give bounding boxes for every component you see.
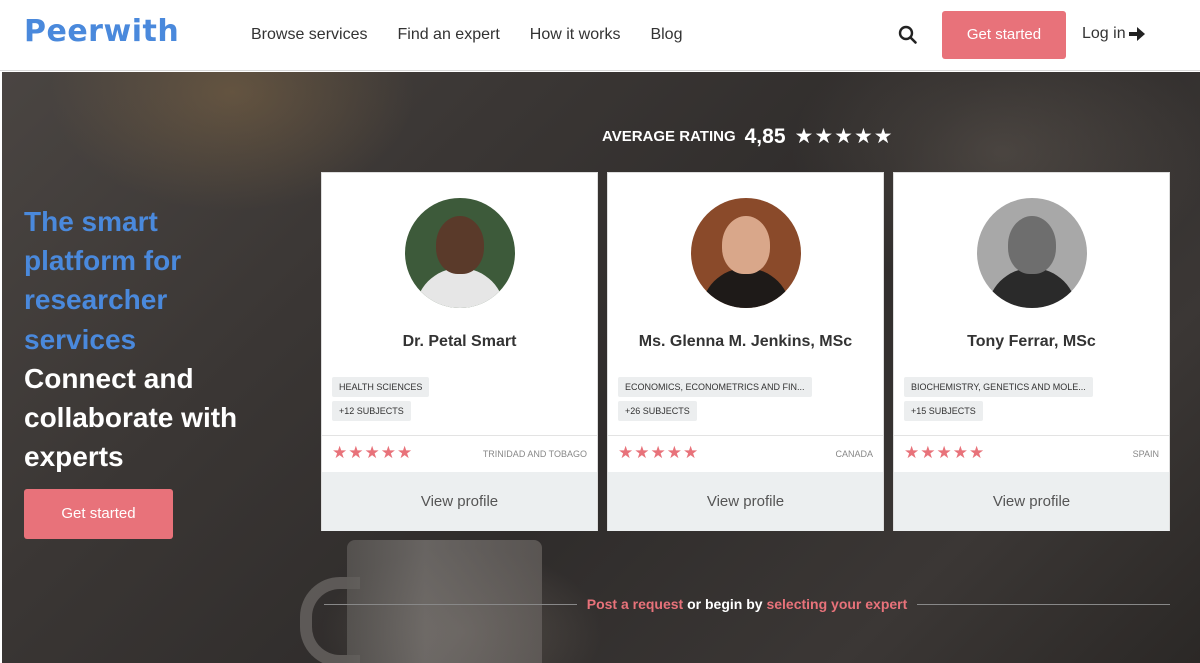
avatar[interactable]: [977, 198, 1087, 308]
star-rating-icon: ★★★★★: [332, 443, 414, 462]
divider-line: [324, 603, 577, 605]
headline-line: researcher: [24, 284, 168, 316]
divider-line: [917, 603, 1171, 605]
main-nav: Browse services Find an expert How it wo…: [251, 24, 682, 46]
request-prompt-text: Post a request or begin by selecting you…: [577, 596, 918, 612]
expert-card[interactable]: Tony Ferrar, MSc BIOCHEMISTRY, GENETICS …: [893, 172, 1170, 531]
header-get-started-button[interactable]: Get started: [942, 11, 1066, 59]
subject-tag: ECONOMICS, ECONOMETRICS AND FIN...: [618, 377, 812, 397]
expert-name[interactable]: Tony Ferrar, MSc: [894, 333, 1169, 351]
login-label: Log in: [1082, 25, 1126, 42]
top-navbar: Peerwith Browse services Find an expert …: [0, 0, 1200, 71]
star-rating-icon: ★★★★★: [618, 443, 700, 462]
login-link[interactable]: Log in: [1082, 23, 1145, 45]
subject-tag: HEALTH SCIENCES: [332, 377, 430, 397]
view-profile-button[interactable]: View profile: [322, 472, 597, 531]
expert-country: TRINIDAD AND TOBAGO: [482, 449, 587, 459]
nav-browse-services[interactable]: Browse services: [251, 24, 367, 46]
avatar[interactable]: [405, 198, 515, 308]
peerwith-logo[interactable]: Peerwith: [24, 14, 179, 49]
prompt-middle-text: or begin by: [687, 596, 763, 612]
hero-section: The smart platform for researcher servic…: [2, 72, 1200, 663]
avatar[interactable]: [691, 198, 801, 308]
nav-blog[interactable]: Blog: [650, 24, 682, 46]
expert-name[interactable]: Dr. Petal Smart: [322, 333, 597, 351]
hero-headline: The smart platform for researcher servic…: [24, 202, 304, 476]
star-rating-icon: ★★★★★: [904, 443, 986, 462]
headline-line: experts: [24, 441, 124, 473]
view-profile-button[interactable]: View profile: [894, 472, 1169, 531]
headline-line: The smart: [24, 206, 158, 237]
search-icon[interactable]: [897, 24, 919, 46]
nav-how-it-works[interactable]: How it works: [530, 24, 621, 46]
headline-line: collaborate with: [24, 402, 238, 434]
more-subjects-tag[interactable]: +15 SUBJECTS: [904, 401, 983, 421]
view-profile-button[interactable]: View profile: [608, 472, 883, 531]
arrow-right-icon: [1128, 27, 1145, 41]
card-divider: [894, 435, 1169, 436]
expert-name[interactable]: Ms. Glenna M. Jenkins, MSc: [608, 333, 883, 351]
rating-value: 4,85: [744, 124, 786, 148]
expert-card[interactable]: Dr. Petal Smart HEALTH SCIENCES +12 SUBJ…: [321, 172, 598, 531]
hero-get-started-button[interactable]: Get started: [24, 489, 173, 539]
card-divider: [608, 435, 883, 436]
post-request-link[interactable]: Post a request: [587, 596, 683, 612]
headline-line: platform for: [24, 245, 182, 277]
average-rating: AVERAGE RATING 4,85 ★★★★★: [602, 124, 894, 149]
headline-line: Connect and: [24, 362, 194, 394]
more-subjects-tag[interactable]: +12 SUBJECTS: [332, 401, 411, 421]
expert-country: SPAIN: [1132, 449, 1159, 459]
expert-country: CANADA: [835, 449, 873, 459]
rating-label: AVERAGE RATING: [602, 128, 736, 145]
nav-find-an-expert[interactable]: Find an expert: [397, 24, 499, 46]
more-subjects-tag[interactable]: +26 SUBJECTS: [618, 401, 697, 421]
subject-tag: BIOCHEMISTRY, GENETICS AND MOLE...: [904, 377, 1093, 397]
rating-stars-icon: ★★★★★: [794, 125, 894, 148]
expert-card[interactable]: Ms. Glenna M. Jenkins, MSc ECONOMICS, EC…: [607, 172, 884, 531]
request-prompt: Post a request or begin by selecting you…: [324, 596, 1171, 612]
select-expert-link[interactable]: selecting your expert: [766, 596, 907, 612]
card-divider: [322, 435, 597, 436]
headline-line: services: [24, 323, 137, 355]
